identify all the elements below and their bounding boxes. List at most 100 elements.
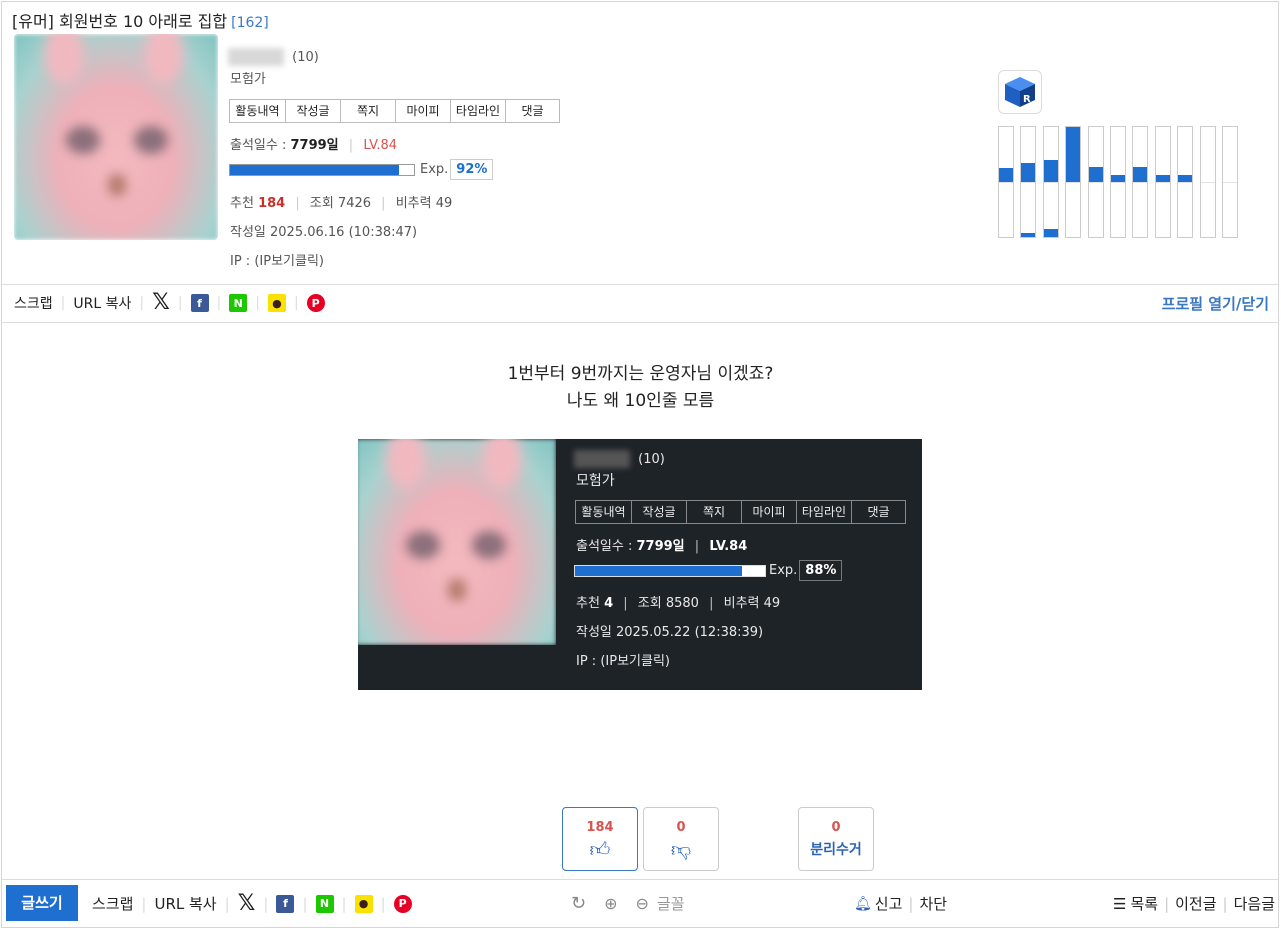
embedded-member-no: (10) bbox=[638, 451, 665, 467]
facebook-share-icon[interactable]: f bbox=[190, 294, 209, 312]
activity-bar-upper bbox=[1088, 167, 1103, 182]
zoom-out-icon[interactable]: ⊖ bbox=[636, 894, 649, 913]
author-menu: 활동내역 작성글 쪽지 마이피 타임라인 댓글 bbox=[229, 99, 560, 123]
author-level: LV.84 bbox=[363, 138, 398, 153]
post-date: 작성일 2025.06.16 (10:38:47) bbox=[230, 225, 418, 240]
x-share-icon[interactable]: 𝕏 bbox=[152, 292, 170, 314]
next-post-link[interactable]: 다음글 bbox=[1234, 893, 1275, 914]
exp-label: Exp. bbox=[420, 162, 449, 177]
cube-badge-icon: R bbox=[998, 70, 1042, 114]
embedded-avatar bbox=[358, 439, 556, 645]
activity-graph-column bbox=[1132, 126, 1149, 238]
menu-activity[interactable]: 활동내역 bbox=[230, 100, 286, 122]
embedded-attendance-value: 7799일 bbox=[636, 539, 685, 554]
activity-bar-upper bbox=[1155, 175, 1170, 182]
kakao-share-icon[interactable]: ● bbox=[354, 894, 373, 913]
embedded-nick-row: (10) bbox=[574, 450, 665, 468]
menu-mypi[interactable]: 마이피 bbox=[396, 100, 451, 122]
downvote-count: 0 bbox=[676, 820, 686, 835]
embedded-rank: 모험가 bbox=[576, 473, 615, 489]
activity-graph-column bbox=[1087, 126, 1104, 238]
nav-links: ☰ 목록 | 이전글 | 다음글 bbox=[1113, 893, 1275, 914]
exp-percent: 92% bbox=[450, 159, 494, 180]
pinterest-share-icon[interactable]: P bbox=[393, 894, 412, 913]
upvote-button[interactable]: 184 👍︎ bbox=[562, 807, 638, 871]
embedded-level: LV.84 bbox=[709, 539, 748, 554]
author-rank: 모험가 bbox=[230, 72, 266, 87]
block-link[interactable]: 차단 bbox=[919, 893, 947, 914]
activity-graph-column bbox=[1065, 126, 1082, 238]
stats-row: 추천 184 | 조회 7426 | 비추력 49 bbox=[230, 196, 453, 211]
menu-timeline[interactable]: 타임라인 bbox=[451, 100, 506, 122]
embedded-recommend-value: 4 bbox=[604, 596, 614, 611]
embedded-exp-percent: 88% bbox=[799, 560, 843, 581]
menu-comments[interactable]: 댓글 bbox=[506, 100, 559, 122]
zoom-in-icon[interactable]: ⊕ bbox=[604, 894, 617, 913]
naver-share-icon[interactable]: N bbox=[229, 294, 248, 312]
report-block: 🔔︎ 신고 | 차단 bbox=[854, 893, 948, 914]
menu-message[interactable]: 쪽지 bbox=[341, 100, 396, 122]
embedded-views-label: 조회 bbox=[637, 596, 662, 611]
bell-icon: 🔔︎ bbox=[854, 895, 872, 912]
list-link[interactable]: 목록 bbox=[1130, 893, 1158, 914]
post-title-row: [유머] 회원번호 10 아래로 집합 [162] bbox=[12, 8, 269, 32]
x-share-icon[interactable]: 𝕏 bbox=[238, 892, 256, 914]
embedded-menu: 활동내역 작성글 쪽지 마이피 타임라인 댓글 bbox=[575, 500, 906, 524]
embedded-menu-item: 마이피 bbox=[742, 501, 797, 523]
activity-bar-upper bbox=[1066, 127, 1081, 182]
profile-toggle[interactable]: 프로필 열기/닫기 bbox=[1162, 293, 1269, 314]
activity-graph-column bbox=[1177, 126, 1194, 238]
embedded-exp-bar-fill bbox=[575, 565, 743, 576]
embedded-stats-row: 추천 4 | 조회 8580 | 비추력 49 bbox=[576, 596, 781, 611]
embedded-ip: IP : (IP보기클릭) bbox=[576, 654, 670, 669]
exp-bar bbox=[229, 163, 415, 176]
font-label[interactable]: 글꼴 bbox=[657, 893, 685, 914]
facebook-share-icon[interactable]: f bbox=[276, 894, 295, 913]
embedded-exp-bar bbox=[574, 564, 766, 577]
exp-row: Exp. 92% bbox=[229, 159, 494, 180]
attendance-label: 출석일수 : bbox=[230, 138, 287, 153]
ip-link[interactable]: IP : (IP보기클릭) bbox=[230, 250, 324, 269]
downvote-button[interactable]: 0 👎︎ bbox=[643, 807, 719, 871]
dispose-button[interactable]: 0 분리수거 bbox=[798, 807, 874, 871]
menu-posts[interactable]: 작성글 bbox=[286, 100, 341, 122]
list-icon: ☰ bbox=[1113, 894, 1127, 913]
naver-share-icon[interactable]: N bbox=[315, 894, 334, 913]
scrap-link[interactable]: 스크랩 bbox=[14, 293, 53, 313]
activity-graph-column bbox=[1199, 126, 1216, 238]
reset-icon[interactable]: ↻ bbox=[571, 893, 586, 914]
embedded-menu-item: 쪽지 bbox=[687, 501, 742, 523]
embedded-date: 작성일 2025.05.22 (12:38:39) bbox=[576, 625, 764, 640]
svg-text:R: R bbox=[1023, 94, 1031, 105]
font-tools: ↻ ⊕ ⊖ 글꼴 bbox=[571, 893, 685, 914]
activity-graph-column bbox=[1020, 126, 1037, 238]
write-button[interactable]: 글쓰기 bbox=[6, 885, 78, 921]
embedded-exp-row: Exp. 88% bbox=[574, 560, 843, 581]
thumbs-up-icon: 👍︎ bbox=[589, 837, 611, 861]
embedded-menu-item: 작성글 bbox=[632, 501, 687, 523]
prev-post-link[interactable]: 이전글 bbox=[1175, 893, 1216, 914]
report-link[interactable]: 신고 bbox=[875, 893, 903, 914]
author-avatar[interactable] bbox=[14, 34, 218, 240]
comment-count[interactable]: [162] bbox=[231, 15, 269, 31]
activity-bar-upper bbox=[1043, 160, 1058, 182]
activity-bar-upper bbox=[1178, 175, 1193, 182]
author-member-no: (10) bbox=[292, 49, 319, 65]
author-nickname-blurred[interactable] bbox=[228, 48, 284, 66]
activity-bar-upper bbox=[1111, 175, 1125, 182]
bottom-url-copy-link[interactable]: URL 복사 bbox=[154, 893, 216, 914]
kakao-share-icon[interactable]: ● bbox=[267, 294, 286, 312]
embedded-screenshot: (10) 모험가 활동내역 작성글 쪽지 마이피 타임라인 댓글 출석일수 : … bbox=[358, 439, 922, 690]
divider bbox=[2, 284, 1278, 285]
embedded-ratio-value: 49 bbox=[763, 596, 781, 611]
activity-bar-upper bbox=[1021, 163, 1036, 182]
bottom-scrap-link[interactable]: 스크랩 bbox=[92, 893, 133, 914]
embedded-ratio-label: 비추력 bbox=[723, 596, 760, 611]
pinterest-share-icon[interactable]: P bbox=[306, 294, 325, 312]
views-value: 7426 bbox=[337, 196, 372, 211]
activity-graph-column bbox=[1222, 126, 1238, 238]
url-copy-link[interactable]: URL 복사 bbox=[73, 293, 131, 313]
embedded-menu-item: 타임라인 bbox=[797, 501, 852, 523]
recommend-value: 184 bbox=[258, 196, 286, 211]
divider bbox=[2, 322, 1278, 323]
